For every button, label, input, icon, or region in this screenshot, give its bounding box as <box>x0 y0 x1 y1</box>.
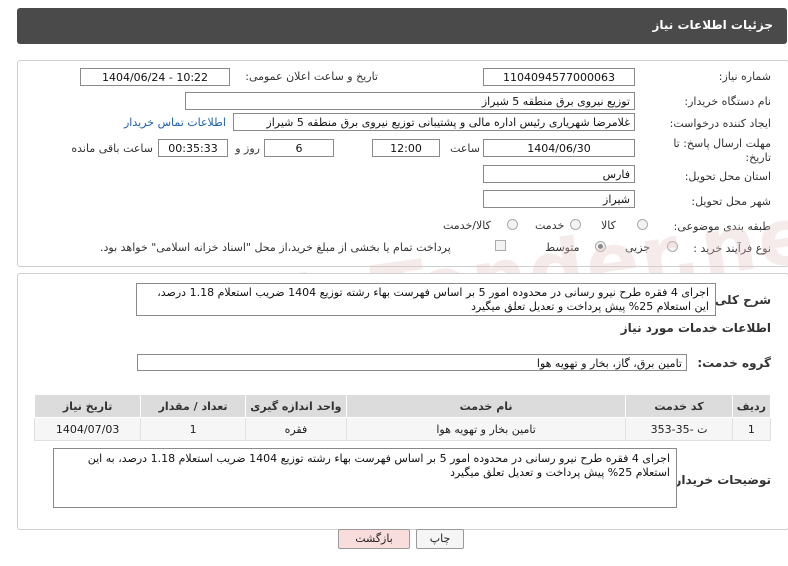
services-table: ردیف کد خدمت نام خدمت واحد اندازه گیری ت… <box>33 394 772 441</box>
category-goods-label: کالا <box>601 219 616 232</box>
requester-field[interactable]: غلامرضا شهریاری رئیس اداره مالی و پشتیبا… <box>233 113 635 131</box>
reply-deadline-date-label: تاریخ: <box>745 151 771 164</box>
category-label: طبقه بندی موضوعی: <box>673 220 771 233</box>
purchase-type-label: نوع فرآیند خرید : <box>693 242 771 255</box>
days-field[interactable]: 6 <box>264 139 334 157</box>
category-both-label: کالا/خدمت <box>443 219 491 232</box>
back-button[interactable]: بازگشت <box>338 529 410 549</box>
treasury-payment-note: پرداخت تمام یا بخشی از مبلغ خرید،از محل … <box>100 241 451 254</box>
purchase-minor-radio[interactable] <box>667 241 678 252</box>
province-field[interactable]: فارس <box>483 165 635 183</box>
purchase-medium-radio[interactable] <box>595 241 606 252</box>
category-goods-radio[interactable] <box>637 219 648 230</box>
category-service-label: خدمت <box>535 219 565 232</box>
buyer-notes-label: توضیحات خریدار: <box>669 473 771 487</box>
cell-unit: فقره <box>244 417 347 441</box>
summary-textarea[interactable]: اجرای 4 فقره طرح نیرو رسانی در محدوده ام… <box>136 283 716 316</box>
buyer-contact-link[interactable]: اطلاعات تماس خریدار <box>124 116 226 129</box>
deadline-date-field[interactable]: 1404/06/30 <box>483 139 635 157</box>
treasury-payment-checkbox[interactable] <box>495 240 506 251</box>
remaining-time-field[interactable]: 00:35:33 <box>158 139 228 157</box>
col-header-quantity: تعداد / مقدار <box>140 394 246 418</box>
purchase-medium-label: متوسط <box>545 241 580 254</box>
cell-quantity: 1 <box>140 417 246 441</box>
deadline-time-field[interactable]: 12:00 <box>372 139 440 157</box>
col-header-need-date: تاریخ نیاز <box>33 394 142 418</box>
cell-service-name: تامین بخار و تهویه هوا <box>345 417 627 441</box>
col-header-service-name: نام خدمت <box>345 394 627 418</box>
col-header-service-code: کد خدمت <box>625 394 733 418</box>
cell-service-code: ت -35-353 <box>625 417 733 441</box>
city-field[interactable]: شیراز <box>483 190 635 208</box>
col-header-unit: واحد اندازه گیری <box>244 394 347 418</box>
table-row[interactable]: 1 ت -35-353 تامین بخار و تهویه هوا فقره … <box>33 417 772 441</box>
table-header-row: ردیف کد خدمت نام خدمت واحد اندازه گیری ت… <box>33 394 772 418</box>
title-bar: جزئیات اطلاعات نیاز <box>17 8 787 44</box>
city-label: شهر محل تحویل: <box>691 195 771 208</box>
category-both-radio[interactable] <box>507 219 518 230</box>
need-number-label: شماره نیاز: <box>718 70 771 83</box>
announce-datetime-label: تاریخ و ساعت اعلان عمومی: <box>245 70 378 83</box>
print-button[interactable]: چاپ <box>416 529 464 549</box>
buyer-org-field[interactable]: توزیع نیروی برق منطقه 5 شیراز <box>185 92 635 110</box>
announce-datetime-field[interactable]: 1404/06/24 - 10:22 <box>80 68 230 86</box>
service-group-field[interactable]: تامین برق، گاز، بخار و تهویه هوا <box>137 354 687 371</box>
deadline-time-label: ساعت <box>450 142 480 155</box>
page-title: جزئیات اطلاعات نیاز <box>652 18 773 32</box>
cell-row-number: 1 <box>731 417 772 441</box>
province-label: استان محل تحویل: <box>684 170 771 183</box>
services-info-heading: اطلاعات خدمات مورد نیاز <box>620 321 771 335</box>
cell-need-date: 1404/07/03 <box>33 417 142 441</box>
service-group-label: گروه خدمت: <box>697 356 771 370</box>
reply-deadline-label: مهلت ارسال پاسخ: تا <box>673 137 771 150</box>
days-and-label: روز و <box>235 142 260 155</box>
need-number-field[interactable]: 1104094577000063 <box>483 68 635 86</box>
remaining-label: ساعت باقی مانده <box>71 142 153 155</box>
category-service-radio[interactable] <box>570 219 581 230</box>
buyer-org-label: نام دستگاه خریدار: <box>684 95 771 108</box>
buyer-notes-textarea[interactable]: اجرای 4 فقره طرح نیرو رسانی در محدوده ام… <box>53 448 677 508</box>
purchase-minor-label: جزیی <box>625 241 651 254</box>
requester-label: ایجاد کننده درخواست: <box>669 117 771 130</box>
col-header-row-number: ردیف <box>731 394 772 418</box>
